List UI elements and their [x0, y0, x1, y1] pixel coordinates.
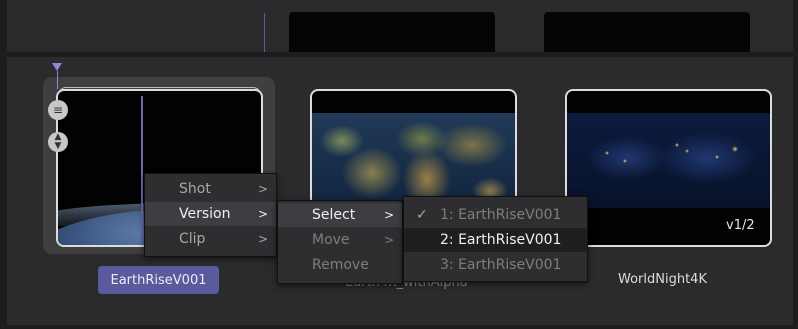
menu-item-shot[interactable]: Shot > [145, 177, 276, 201]
clip-name-selected[interactable]: EarthRiseV001 [98, 266, 219, 294]
menu-item-clip[interactable]: Clip > [145, 227, 276, 251]
top-thumb-1[interactable] [289, 12, 495, 52]
chevron-right-icon: > [257, 232, 268, 246]
submenu-item-label: Remove [312, 257, 369, 273]
menu-item-label: Shot [179, 181, 211, 197]
version-option-3[interactable]: 3: EarthRiseV001 [404, 253, 587, 277]
menu-item-version[interactable]: Version > [145, 202, 276, 226]
version-stack-icon[interactable]: ≡ [48, 100, 68, 120]
submenu-item-label: Move [312, 232, 350, 248]
up-down-icon[interactable]: ▲ ▼ [48, 132, 68, 152]
select-version-submenu: ✓ 1: EarthRiseV001 2: EarthRiseV001 3: E… [403, 196, 588, 282]
version-option-1[interactable]: ✓ 1: EarthRiseV001 [404, 203, 587, 227]
top-thumb-2[interactable] [544, 12, 750, 52]
clip-name-worldnight[interactable]: WorldNight4K [618, 272, 707, 287]
submenu-item-select[interactable]: Select > [278, 203, 402, 227]
chevron-right-icon: > [257, 207, 268, 221]
playhead-line-top [264, 13, 265, 52]
version-option-label: 2: EarthRiseV001 [440, 232, 562, 248]
context-menu: Shot > Version > Clip > [144, 173, 277, 257]
version-badge: v1/2 [726, 218, 755, 233]
chevron-right-icon: > [383, 233, 394, 247]
playhead-stem [57, 71, 58, 89]
submenu-item-move: Move > [278, 228, 402, 252]
chevron-right-icon: > [257, 182, 268, 196]
world-map-night [567, 113, 770, 208]
version-option-label: 1: EarthRiseV001 [440, 207, 562, 223]
submenu-item-label: Select [312, 207, 356, 223]
menu-item-label: Clip [179, 231, 206, 247]
version-option-label: 3: EarthRiseV001 [440, 257, 562, 273]
version-submenu: Select > Move > Remove [277, 200, 403, 284]
version-option-2[interactable]: 2: EarthRiseV001 [404, 228, 587, 252]
world-map-day [312, 113, 515, 208]
submenu-item-remove: Remove [278, 253, 402, 277]
playhead-marker-icon[interactable] [52, 63, 62, 71]
menu-item-label: Version [179, 206, 231, 222]
checkmark-icon: ✓ [416, 207, 428, 223]
clip-playhead-line[interactable] [141, 96, 143, 242]
chevron-right-icon: > [383, 208, 394, 222]
